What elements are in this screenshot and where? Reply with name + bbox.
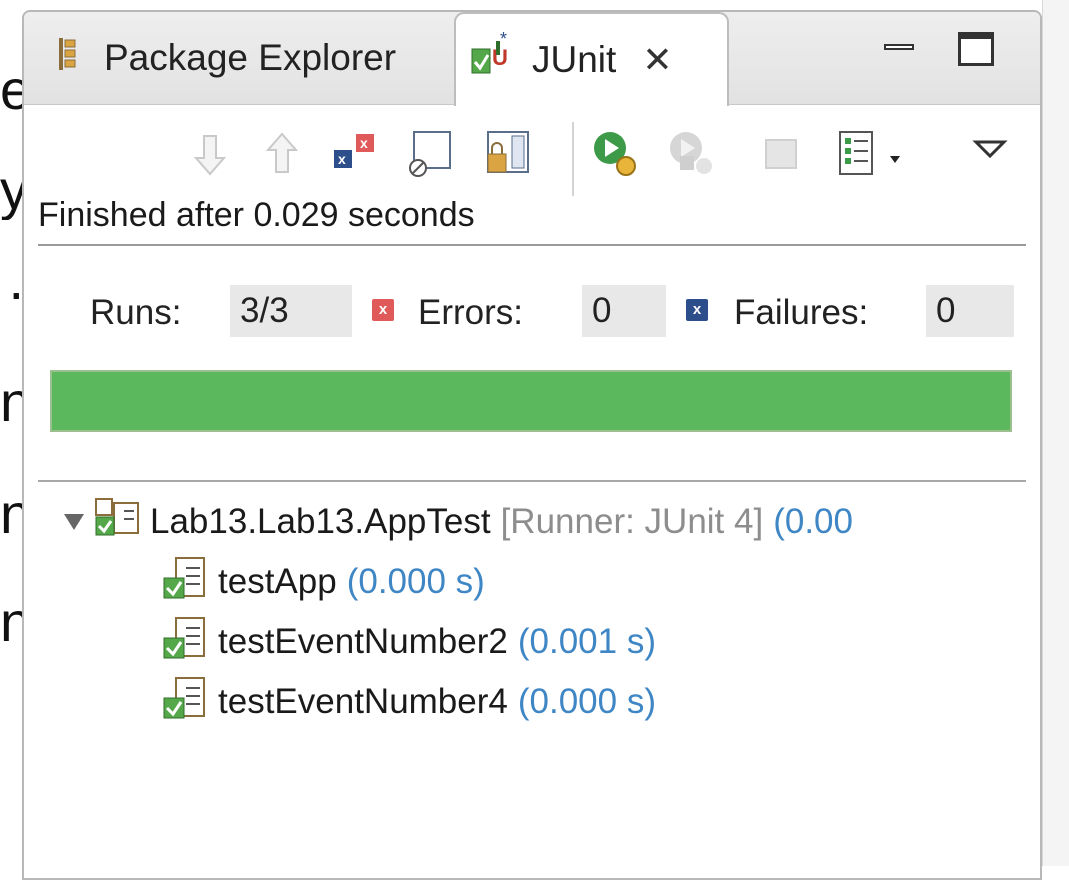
test-progress-bar — [50, 370, 1012, 432]
divider — [38, 480, 1026, 482]
runs-value: 3/3 — [230, 285, 352, 337]
tab-package-explorer[interactable]: Package Explorer — [34, 12, 454, 104]
test-name: testApp — [218, 562, 337, 601]
tab-label: Package Explorer — [104, 37, 397, 78]
test-passed-icon — [162, 616, 210, 669]
scroll-lock-icon[interactable] — [404, 128, 456, 180]
failures-label: Failures: — [734, 293, 869, 332]
run-status-text: Finished after 0.029 seconds — [38, 196, 475, 234]
background-text-5: n — [0, 484, 24, 544]
maximize-button[interactable] — [958, 32, 994, 66]
tree-item-testeventnumber2[interactable]: testEventNumber2 (0.001 s) — [162, 614, 656, 670]
tree-item-testapp[interactable]: testApp (0.000 s) — [162, 554, 485, 610]
rerun-test-icon[interactable] — [590, 128, 642, 180]
suite-runner: [Runner: JUnit 4] — [500, 502, 764, 541]
package-explorer-icon — [56, 36, 90, 81]
errors-value: 0 — [582, 285, 666, 337]
close-tab-icon[interactable]: ✕ — [642, 39, 672, 81]
background-text-6: n — [0, 592, 24, 652]
svg-text:x: x — [360, 135, 368, 151]
next-failure-icon[interactable] — [184, 128, 236, 180]
background-text-3: . — [8, 250, 24, 310]
test-name: testEventNumber2 — [218, 622, 508, 661]
rerun-failed-first-icon[interactable] — [666, 128, 718, 180]
background-text-4: n — [0, 372, 24, 432]
runs-label: Runs: — [90, 293, 182, 332]
junit-view: Package Explorer U * JUnit ✕ x x Finishe… — [22, 10, 1042, 880]
view-menu-icon[interactable] — [970, 128, 1010, 180]
background-text-1: e — [0, 60, 24, 120]
failure-icon: x — [686, 299, 708, 321]
junit-toolbar: x x — [24, 112, 1040, 196]
suite-time: (0.00 — [773, 502, 853, 541]
test-time: (0.000 s) — [517, 682, 656, 721]
minimize-button[interactable] — [882, 34, 918, 64]
adjacent-panel-edge — [1042, 0, 1069, 866]
failures-value: 0 — [926, 285, 1014, 337]
stop-icon[interactable] — [756, 128, 808, 180]
test-counters: Runs: 3/3 x Errors: 0 x Failures: 0 — [24, 285, 1040, 337]
errors-label: Errors: — [418, 293, 523, 332]
background-text-2: y — [0, 160, 24, 220]
show-failures-only-icon[interactable]: x x — [330, 128, 382, 180]
test-name: testEventNumber4 — [218, 682, 508, 721]
suite-name: Lab13.Lab13.AppTest — [150, 502, 491, 541]
divider — [38, 244, 1026, 246]
tab-label: JUnit — [532, 39, 617, 80]
previous-failure-icon[interactable] — [256, 128, 308, 180]
tab-junit[interactable]: U * JUnit ✕ — [454, 12, 729, 106]
test-time: (0.001 s) — [517, 622, 656, 661]
progress-fill — [52, 372, 1010, 430]
test-passed-icon — [162, 676, 210, 729]
tree-item-testeventnumber4[interactable]: testEventNumber4 (0.000 s) — [162, 674, 656, 730]
toolbar-separator — [572, 122, 574, 196]
test-suite-icon — [94, 497, 142, 548]
svg-text:*: * — [500, 31, 507, 49]
svg-text:x: x — [338, 151, 346, 167]
test-run-history-icon[interactable] — [834, 128, 914, 180]
tree-root-suite[interactable]: Lab13.Lab13.AppTest [Runner: JUnit 4] (0… — [64, 494, 853, 550]
layout-lock-icon[interactable] — [482, 128, 534, 180]
tab-bar: Package Explorer U * JUnit ✕ — [24, 12, 1040, 106]
test-time: (0.000 s) — [346, 562, 485, 601]
expand-collapse-icon[interactable] — [64, 514, 84, 530]
junit-icon: U * — [470, 29, 518, 90]
test-passed-icon — [162, 556, 210, 609]
error-icon: x — [372, 299, 394, 321]
